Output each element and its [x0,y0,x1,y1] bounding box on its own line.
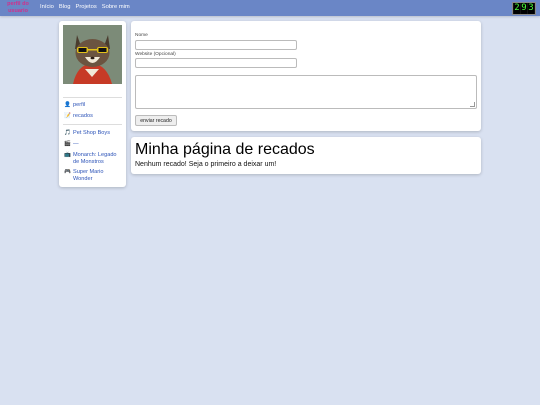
cat-avatar-icon [63,25,122,84]
counter-digit: 2 [514,3,520,14]
visitor-counter: 2 9 3 [512,2,536,15]
name-input[interactable] [135,40,297,50]
main-nav: Início Blog Projetos Sobre mim [40,4,130,10]
divider [63,124,122,125]
nav-projetos[interactable]: Projetos [75,4,96,10]
film-icon: 🎬 [64,141,71,147]
profile-sidebar: 👤 perfil 📝 recados 🎵 Pet Shop Boys 🎬 — 📺… [59,21,126,187]
user-icon: 👤 [64,102,71,108]
top-navbar: perfil do usuario Início Blog Projetos S… [0,0,540,16]
nav-blog[interactable]: Blog [59,4,71,10]
nav-sobre-mim[interactable]: Sobre mim [102,4,130,10]
status-movie: 🎬 — [64,141,124,148]
status-label: Monarch: Legado de Monstros [73,152,117,165]
nav-inicio[interactable]: Início [40,4,54,10]
website-input[interactable] [135,58,297,68]
status-music[interactable]: 🎵 Pet Shop Boys [64,130,124,137]
sidebar-link-label: recados [73,113,93,119]
gamepad-icon: 🎮 [64,169,71,175]
page-title: Minha página de recados [135,141,315,158]
divider [63,97,122,98]
message-textarea[interactable] [135,75,477,109]
memo-icon: 📝 [64,113,71,119]
sidebar-link-label: perfil [73,102,86,108]
counter-digit: 3 [528,3,534,14]
counter-digit: 9 [521,3,527,14]
messages-card: Minha página de recados Nenhum recado! S… [131,137,481,174]
status-tv[interactable]: 📺 Monarch: Legado de Monstros [64,152,124,165]
name-label: Nome [135,33,148,38]
status-label: Pet Shop Boys [73,130,111,136]
website-label: Website (Opcional) [135,52,176,57]
sidebar-link-recados[interactable]: 📝 recados [64,113,124,120]
status-label: — [73,141,79,147]
status-game[interactable]: 🎮 Super Mario Wonder [64,169,124,182]
music-icon: 🎵 [64,130,71,136]
submit-button[interactable]: enviar recado [135,115,177,126]
guestbook-form: Nome Website (Opcional) enviar recado [131,21,481,131]
avatar [63,25,122,84]
status-label: Super Mario Wonder [73,169,104,182]
sidebar-link-perfil[interactable]: 👤 perfil [64,102,124,109]
site-logo[interactable]: perfil do usuario [3,1,33,14]
resize-handle[interactable] [470,102,475,107]
tv-icon: 📺 [64,152,71,158]
empty-message: Nenhum recado! Seja o primeiro a deixar … [135,161,277,168]
